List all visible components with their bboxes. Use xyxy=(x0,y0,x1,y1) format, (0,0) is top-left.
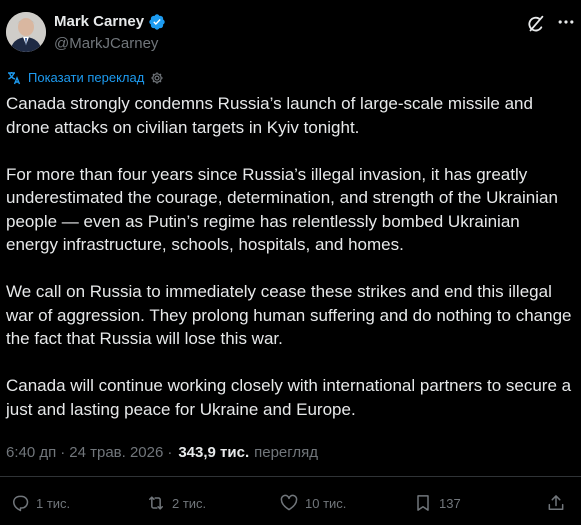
view-count[interactable]: 343,9 тис. xyxy=(178,443,249,463)
meta-separator-2: · xyxy=(167,444,173,461)
divider xyxy=(0,476,581,477)
like-button[interactable]: 10 тис. xyxy=(279,492,346,514)
avatar[interactable] xyxy=(6,12,46,52)
grok-icon[interactable] xyxy=(525,13,547,35)
author-name-row: Mark Carney xyxy=(54,12,166,32)
repost-count: 2 тис. xyxy=(172,495,207,511)
post-meta: 6:40 дп · 24 трав. 2026 · 343,9 тис. пер… xyxy=(6,443,318,463)
action-bar: 1 тис. 2 тис. 10 тис. 137 xyxy=(6,492,574,516)
verified-badge-icon[interactable] xyxy=(148,13,166,31)
translate-row: Показати переклад xyxy=(6,70,164,86)
share-button[interactable] xyxy=(546,492,572,514)
bookmark-icon xyxy=(417,495,429,511)
post-time[interactable]: 6:40 дп xyxy=(6,443,56,463)
heart-icon xyxy=(280,494,298,511)
reply-count: 1 тис. xyxy=(36,495,71,511)
more-options-icon[interactable] xyxy=(556,12,576,32)
translate-icon xyxy=(6,70,22,86)
like-count: 10 тис. xyxy=(305,495,347,511)
tweet: Mark Carney @MarkJCarney Показати перекл… xyxy=(0,0,581,525)
gear-icon[interactable] xyxy=(150,71,164,85)
post-text: Canada strongly condemns Russia’s launch… xyxy=(6,94,572,419)
bookmark-button[interactable]: 137 xyxy=(413,492,461,514)
reply-icon xyxy=(12,495,29,512)
repost-icon xyxy=(149,496,163,510)
post-date[interactable]: 24 трав. 2026 xyxy=(69,443,163,463)
author-handle[interactable]: @MarkJCarney xyxy=(54,34,158,54)
reply-button[interactable]: 1 тис. xyxy=(10,492,70,514)
repost-button[interactable]: 2 тис. xyxy=(146,492,206,514)
share-icon xyxy=(548,495,564,510)
view-label: перегляд xyxy=(254,444,319,461)
author-display-name[interactable]: Mark Carney xyxy=(54,12,144,32)
show-translation-link[interactable]: Показати переклад xyxy=(28,70,144,86)
bookmark-count: 137 xyxy=(439,495,461,511)
meta-separator: · xyxy=(60,444,66,461)
